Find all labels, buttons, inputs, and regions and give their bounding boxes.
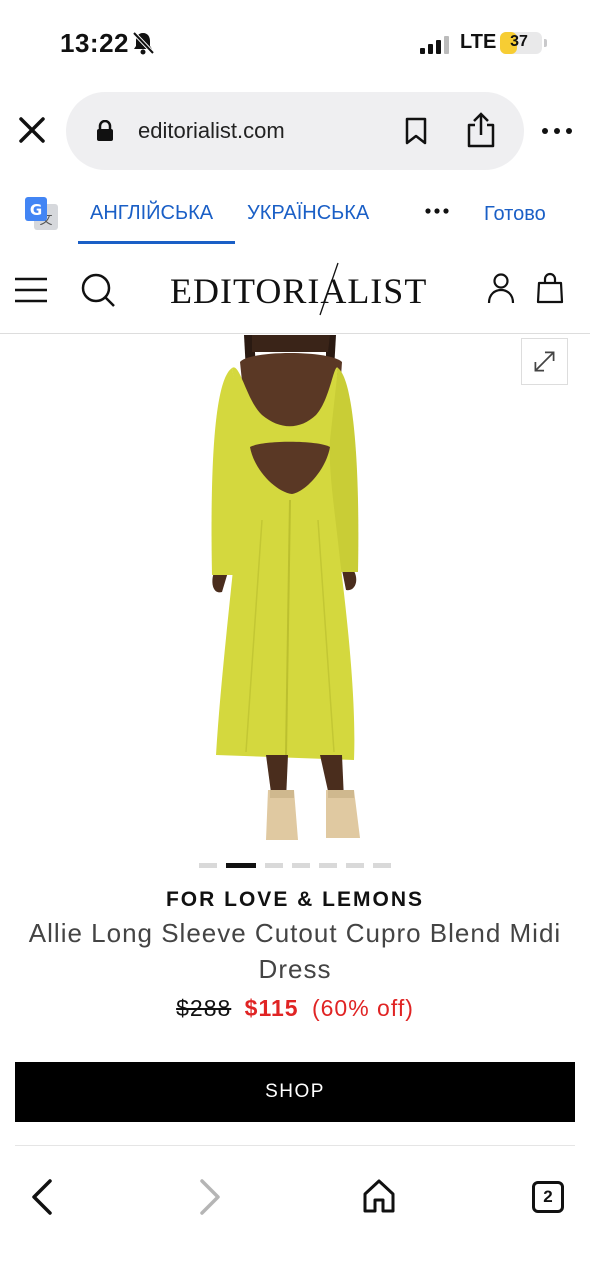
carousel-dot[interactable] xyxy=(346,863,364,868)
carousel-dot[interactable] xyxy=(373,863,391,868)
close-icon[interactable] xyxy=(14,112,50,148)
browser-bottom-nav: 2 xyxy=(0,1160,590,1280)
divider xyxy=(15,1145,575,1146)
status-bar: 13:22 LTE 37 xyxy=(0,0,590,88)
bookmark-icon[interactable] xyxy=(404,117,428,145)
translate-done-button[interactable]: Готово xyxy=(484,203,546,226)
carousel-dot-active[interactable] xyxy=(226,863,256,868)
expand-icon[interactable] xyxy=(521,338,568,385)
forward-icon[interactable] xyxy=(196,1178,224,1216)
svg-text:G: G xyxy=(30,201,42,219)
product-image[interactable] xyxy=(0,335,590,855)
logo-slash-decoration xyxy=(319,262,339,316)
discount-label: (60% off) xyxy=(311,995,414,1021)
user-icon[interactable] xyxy=(486,272,516,304)
home-icon[interactable] xyxy=(362,1178,396,1214)
address-bar[interactable]: editorialist.com xyxy=(66,92,524,170)
translate-bar: 文 G АНГЛІЙСЬКА УКРАЇНСЬКА Готово xyxy=(0,180,590,250)
silent-bell-icon xyxy=(132,31,154,55)
share-icon[interactable] xyxy=(466,112,496,148)
product-brand[interactable]: FOR LOVE & LEMONS xyxy=(0,888,590,912)
search-icon[interactable] xyxy=(80,272,116,308)
sale-price: $115 xyxy=(244,995,299,1021)
translate-more-icon[interactable] xyxy=(424,204,450,218)
battery-icon: 37 xyxy=(500,32,547,54)
battery-level: 37 xyxy=(510,33,528,50)
tab-target-language[interactable]: УКРАЇНСЬКА xyxy=(247,202,369,225)
status-time: 13:22 xyxy=(60,28,129,58)
menu-icon[interactable] xyxy=(14,276,48,304)
back-icon[interactable] xyxy=(28,1178,56,1216)
lock-icon xyxy=(97,120,113,141)
product-prices: $288 $115 (60% off) xyxy=(0,995,590,1022)
url-text[interactable]: editorialist.com xyxy=(138,118,285,144)
bag-icon[interactable] xyxy=(536,272,564,304)
network-type: LTE xyxy=(460,31,497,53)
active-tab-indicator xyxy=(78,241,235,244)
carousel-dot[interactable] xyxy=(319,863,337,868)
signal-icon xyxy=(420,34,450,54)
carousel-dot[interactable] xyxy=(292,863,310,868)
carousel-dot[interactable] xyxy=(265,863,283,868)
more-icon[interactable] xyxy=(540,116,574,146)
product-title: Allie Long Sleeve Cutout Cupro Blend Mid… xyxy=(28,918,562,984)
tab-source-language[interactable]: АНГЛІЙСЬКА xyxy=(90,202,213,225)
shop-button[interactable]: SHOP xyxy=(15,1062,575,1122)
original-price: $288 xyxy=(176,995,232,1021)
tabs-button[interactable]: 2 xyxy=(532,1181,564,1213)
carousel-dot[interactable] xyxy=(199,863,217,868)
google-translate-icon[interactable]: 文 G xyxy=(24,196,60,232)
site-logo[interactable]: EDITORIALIST xyxy=(170,270,427,312)
site-header: EDITORIALIST xyxy=(0,250,590,334)
